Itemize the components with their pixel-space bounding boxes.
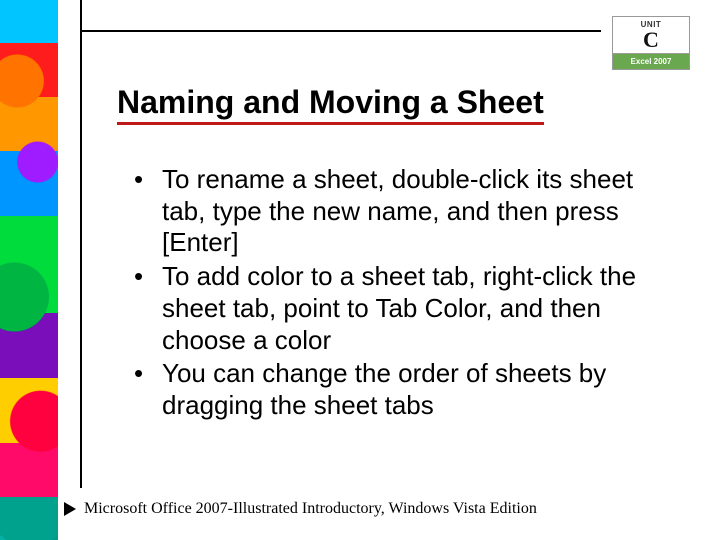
footer: Microsoft Office 2007-Illustrated Introd… — [58, 500, 720, 518]
bullet-item: To rename a sheet, double-click its shee… — [128, 164, 676, 259]
unit-badge-top: UNIT C — [613, 17, 689, 53]
unit-letter: C — [643, 29, 659, 51]
slide-title: Naming and Moving a Sheet — [117, 86, 544, 125]
arrow-right-icon — [64, 502, 76, 516]
slide: UNIT C Excel 2007 Naming and Moving a Sh… — [0, 0, 720, 540]
unit-badge: UNIT C Excel 2007 — [612, 16, 690, 70]
bullet-item: To add color to a sheet tab, right-click… — [128, 261, 676, 356]
vertical-rule — [80, 0, 82, 488]
unit-product: Excel 2007 — [613, 53, 689, 69]
bullet-item: You can change the order of sheets by dr… — [128, 358, 676, 421]
bullet-list: To rename a sheet, double-click its shee… — [128, 164, 676, 424]
footer-text: Microsoft Office 2007-Illustrated Introd… — [84, 500, 537, 518]
horizontal-rule — [81, 30, 601, 32]
decorative-art-strip — [0, 0, 58, 540]
